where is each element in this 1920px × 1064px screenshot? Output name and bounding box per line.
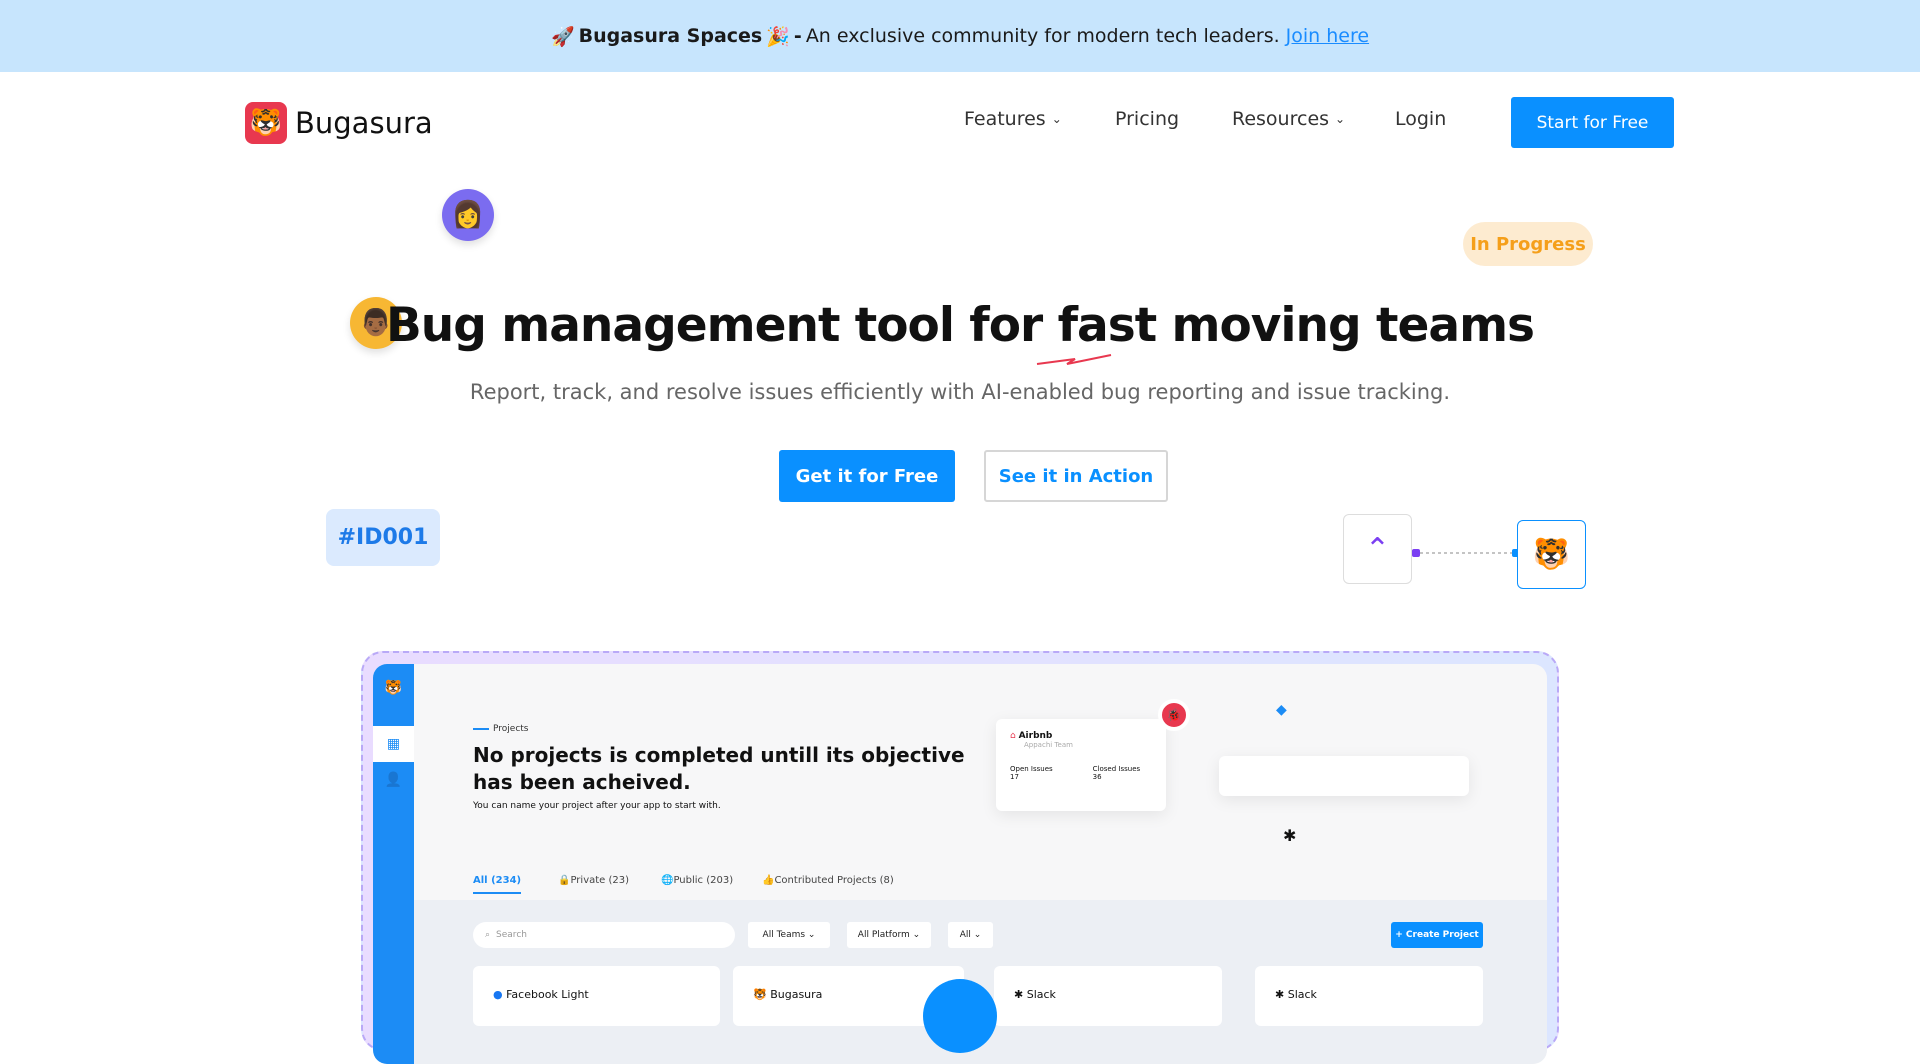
connector-line	[1412, 549, 1520, 557]
create-project-button[interactable]: + Create Project	[1391, 922, 1483, 948]
status-badge: In Progress	[1463, 222, 1593, 266]
avatar: 👩	[442, 189, 494, 241]
chevron-down-icon: ⌄	[1051, 112, 1062, 126]
tab-private[interactable]: 🔒Private (23)	[558, 875, 629, 886]
slack-icon: ✱	[1014, 988, 1024, 1001]
project-widget: ⌂ Airbnb Appachi Team Open Issues 17 Close…	[996, 719, 1166, 811]
nav-login[interactable]: Login	[1395, 108, 1446, 130]
chat-bubble[interactable]	[923, 979, 997, 1053]
banner-text: An exclusive community for modern tech l…	[805, 25, 1280, 47]
banner-dash: -	[793, 25, 802, 47]
project-card[interactable]: ✱ Slack	[994, 966, 1222, 1026]
grid-icon[interactable]: ▦	[373, 726, 414, 762]
globe-icon: 🌐	[661, 875, 674, 886]
app-sidebar: 🐯 ▦ 👤	[373, 664, 414, 1064]
tab-all[interactable]: All (234)	[473, 875, 522, 894]
rocket-icon: 🚀	[550, 25, 575, 48]
project-card[interactable]: ✱ Slack	[1255, 966, 1483, 1026]
hero-subtitle: Report, track, and resolve issues effici…	[469, 380, 1451, 404]
bugasura-icon: 🐯	[1517, 520, 1586, 589]
nav-resources[interactable]: Resources ⌄	[1232, 108, 1345, 130]
tab-contributed[interactable]: 👍Contributed Projects (8)	[762, 875, 894, 886]
logo-text: Bugasura	[295, 106, 433, 140]
chevron-down-icon: ⌄	[1335, 112, 1346, 126]
tiger-logo-icon: 🐯	[753, 988, 767, 1001]
get-it-for-free-button[interactable]: Get it for Free	[779, 450, 955, 502]
banner-brand: Bugasura Spaces	[578, 25, 763, 47]
search-input[interactable]: ⌕ Search	[473, 922, 735, 948]
nav-pricing[interactable]: Pricing	[1115, 108, 1179, 130]
underline-squiggle-icon	[1036, 354, 1112, 365]
tab-public[interactable]: 🌐Public (203)	[661, 875, 733, 886]
slack-icon: ✱	[1283, 826, 1297, 845]
thumbs-up-icon: 👍	[762, 875, 775, 886]
jira-icon: ◆	[1276, 702, 1287, 718]
user-icon[interactable]: 👤	[373, 762, 414, 798]
mockup-hint: You can name your project after your app…	[473, 801, 721, 811]
nav-features[interactable]: Features ⌄	[964, 108, 1062, 130]
start-for-free-button[interactable]: Start for Free	[1511, 97, 1674, 148]
platform-filter[interactable]: All Platform ⌄	[847, 922, 931, 948]
bug-icon: 🐞	[1158, 699, 1190, 731]
tiger-logo-icon: 🐯	[245, 102, 287, 144]
tiger-logo-icon: 🐯	[384, 680, 403, 696]
issue-id-tag: #ID001	[326, 509, 440, 566]
app-mockup: 🐯 ▦ 👤 Projects No projects is completed …	[373, 664, 1547, 1064]
project-card[interactable]: ● Facebook Light	[473, 966, 720, 1026]
airbnb-icon: ⌂	[1010, 731, 1016, 741]
facebook-icon: ●	[493, 988, 503, 1001]
logo[interactable]: 🐯 Bugasura	[245, 102, 433, 144]
mockup-headline: No projects is completed untill its obje…	[473, 743, 965, 794]
slack-icon: ✱	[1275, 988, 1285, 1001]
issue-row-widget	[1219, 756, 1469, 796]
search-icon: ⌕	[485, 930, 491, 940]
clickup-icon: ⌃	[1343, 514, 1412, 584]
lock-icon: 🔒	[558, 875, 571, 886]
section-label: Projects	[473, 724, 528, 734]
join-link[interactable]: Join here	[1286, 25, 1369, 47]
page-title: Bug management tool for fast moving team…	[385, 298, 1535, 353]
see-it-in-action-button[interactable]: See it in Action	[984, 450, 1168, 502]
announcement-banner: 🚀 Bugasura Spaces 🎉 - An exclusive commun…	[0, 0, 1920, 72]
teams-filter[interactable]: All Teams ⌄	[748, 922, 830, 948]
party-icon: 🎉	[766, 25, 790, 48]
all-filter[interactable]: All ⌄	[948, 922, 993, 948]
